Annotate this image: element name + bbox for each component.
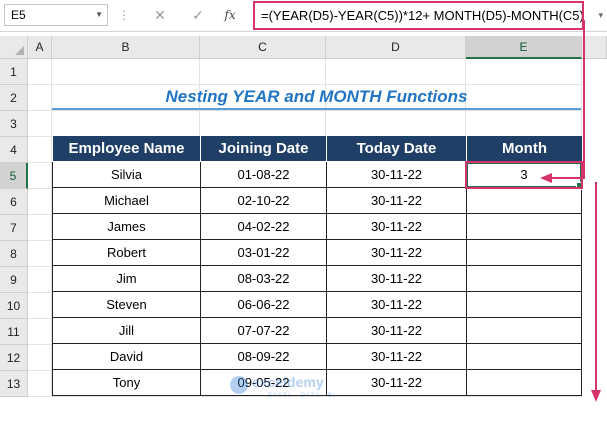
column-header-d[interactable]: D — [326, 36, 466, 59]
grid-cell[interactable] — [28, 319, 52, 345]
table-header-cell: Employee Name — [52, 136, 200, 162]
grid-cell[interactable] — [28, 371, 52, 397]
table-cell[interactable]: 07-07-22 — [200, 318, 326, 344]
grid-cell[interactable] — [28, 215, 52, 241]
table-cell[interactable]: David — [52, 344, 200, 370]
grid-cell[interactable] — [28, 163, 52, 189]
name-box-value: E5 — [11, 8, 26, 22]
grid-cell[interactable] — [466, 111, 582, 137]
grid-cell[interactable] — [28, 241, 52, 267]
table-cell[interactable]: 30-11-22 — [326, 214, 466, 240]
row-header-7[interactable]: 7 — [0, 215, 28, 241]
row-header-6[interactable]: 6 — [0, 189, 28, 215]
table-cell[interactable] — [466, 266, 582, 292]
formula-text: =(YEAR(D5)-YEAR(C5))*12+ MONTH(D5)-MONTH… — [261, 8, 584, 23]
grid-cell[interactable] — [28, 267, 52, 293]
grid-cell[interactable] — [28, 345, 52, 371]
select-all-button[interactable] — [0, 36, 28, 59]
table-cell[interactable]: 30-11-22 — [326, 240, 466, 266]
row-header-4[interactable]: 4 — [0, 137, 28, 163]
table-cell[interactable]: 01-08-22 — [200, 162, 326, 188]
table-cell[interactable] — [466, 214, 582, 240]
formula-bar-grip-icon: ⋮ — [118, 8, 130, 22]
column-header-filler — [582, 36, 607, 59]
table-header-cell: Joining Date — [200, 136, 326, 162]
grid-cell[interactable] — [28, 189, 52, 215]
column-header-b[interactable]: B — [52, 36, 200, 59]
table-header-cell: Month — [466, 136, 582, 162]
grid-cell[interactable] — [28, 111, 52, 137]
table-cell[interactable] — [466, 370, 582, 396]
row-header-12[interactable]: 12 — [0, 345, 28, 371]
grid-cell[interactable] — [28, 293, 52, 319]
table-cell[interactable]: 30-11-22 — [326, 188, 466, 214]
table-cell[interactable]: 02-10-22 — [200, 188, 326, 214]
name-box[interactable]: E5 ▼ — [4, 4, 108, 26]
column-header-c[interactable]: C — [200, 36, 326, 59]
row-header-9[interactable]: 9 — [0, 267, 28, 293]
exceldemy-logo-icon — [230, 376, 248, 394]
grid-cell[interactable] — [326, 59, 466, 85]
row-header-10[interactable]: 10 — [0, 293, 28, 319]
table-cell[interactable]: Michael — [52, 188, 200, 214]
formula-input[interactable]: =(YEAR(D5)-YEAR(C5))*12+ MONTH(D5)-MONTH… — [253, 1, 584, 30]
row-header-5[interactable]: 5 — [0, 163, 28, 189]
table-cell[interactable]: 08-09-22 — [200, 344, 326, 370]
table-cell[interactable]: Robert — [52, 240, 200, 266]
row-header-11[interactable]: 11 — [0, 319, 28, 345]
table-cell[interactable]: 30-11-22 — [326, 318, 466, 344]
result-highlight-box — [465, 161, 583, 189]
table-cell[interactable]: Silvia — [52, 162, 200, 188]
table-cell[interactable]: 30-11-22 — [326, 162, 466, 188]
row-header-1[interactable]: 1 — [0, 59, 28, 85]
grid-cell[interactable] — [28, 59, 52, 85]
table-cell[interactable]: James — [52, 214, 200, 240]
table-cell[interactable]: 30-11-22 — [326, 266, 466, 292]
watermark-logo: exceldemy EXCEL · DATA · BI — [230, 372, 370, 406]
grid-cell[interactable] — [52, 59, 200, 85]
table-cell[interactable]: 04-02-22 — [200, 214, 326, 240]
table-cell[interactable] — [466, 240, 582, 266]
grid-cell[interactable] — [200, 59, 326, 85]
row-header-8[interactable]: 8 — [0, 241, 28, 267]
table-cell[interactable]: 03-01-22 — [200, 240, 326, 266]
cancel-icon[interactable]: ✕ — [150, 6, 170, 24]
grid-cell[interactable] — [28, 85, 52, 111]
expand-formula-bar-icon[interactable]: ▾ — [598, 10, 603, 21]
sheet-title: Nesting YEAR and MONTH Functions — [165, 87, 468, 106]
chevron-down-icon[interactable]: ▼ — [95, 5, 103, 25]
row-header-2[interactable]: 2 — [0, 85, 28, 111]
table-cell[interactable] — [466, 188, 582, 214]
grid-cell[interactable] — [200, 111, 326, 137]
insert-function-icon[interactable]: fx — [220, 6, 240, 24]
title-underline — [52, 108, 581, 110]
grid-cell[interactable] — [52, 111, 200, 137]
grid-cell[interactable] — [28, 137, 52, 163]
table-cell[interactable]: Steven — [52, 292, 200, 318]
row-header-3[interactable]: 3 — [0, 111, 28, 137]
table-header-cell: Today Date — [326, 136, 466, 162]
formula-bar: E5 ▼ ⋮ ✕ ✓ fx =(YEAR(D5)-YEAR(C5))*12+ M… — [0, 0, 607, 32]
row-header-13[interactable]: 13 — [0, 371, 28, 397]
column-header-a[interactable]: A — [28, 36, 52, 59]
grid-cell[interactable] — [466, 59, 582, 85]
column-header-e[interactable]: E — [466, 36, 582, 59]
table-cell[interactable]: Tony — [52, 370, 200, 396]
enter-icon[interactable]: ✓ — [188, 6, 208, 24]
table-cell[interactable]: 08-03-22 — [200, 266, 326, 292]
table-cell[interactable]: 30-11-22 — [326, 344, 466, 370]
table-cell[interactable]: 30-11-22 — [326, 292, 466, 318]
table-cell[interactable] — [466, 318, 582, 344]
table-cell[interactable] — [466, 344, 582, 370]
table-cell[interactable]: Jill — [52, 318, 200, 344]
grid-cell[interactable] — [326, 111, 466, 137]
table-cell[interactable]: Jim — [52, 266, 200, 292]
table-cell[interactable]: 06-06-22 — [200, 292, 326, 318]
table-cell[interactable] — [466, 292, 582, 318]
